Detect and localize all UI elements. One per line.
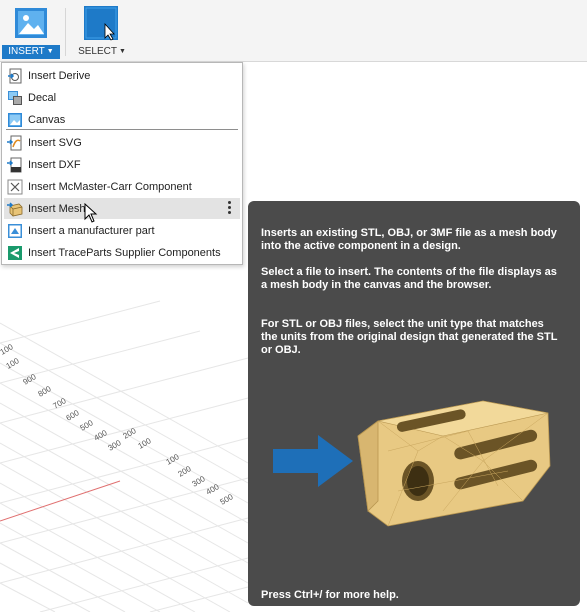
menu-item-label: Insert DXF: [28, 158, 81, 171]
ruler-label: 400: [93, 428, 110, 443]
traceparts-icon: [8, 245, 22, 260]
svg-icon: [7, 135, 22, 150]
insert-dropdown-button[interactable]: INSERT ▼: [2, 45, 60, 59]
ruler-label: 700: [52, 396, 69, 411]
mouse-cursor-icon: [84, 203, 98, 223]
menu-item-insert-mcmaster[interactable]: Insert McMaster-Carr Component: [4, 176, 240, 197]
menu-item-label: Insert a manufacturer part: [28, 224, 155, 237]
menu-item-label: Insert TraceParts Supplier Components: [28, 246, 221, 259]
menu-divider: [6, 129, 238, 130]
menu-item-label: Decal: [28, 91, 57, 104]
menu-item-insert-manufacturer-part[interactable]: Insert a manufacturer part: [4, 220, 240, 241]
ruler-label: 200: [122, 426, 139, 441]
ruler-label: 300: [191, 474, 208, 489]
toolbar: INSERT ▼ SELECT ▼: [0, 0, 587, 62]
decal-icon: [8, 90, 22, 105]
ruler-label: 600: [65, 408, 82, 423]
canvas-icon: [8, 112, 22, 127]
chevron-down-icon: ▼: [46, 48, 54, 55]
tooltip-instructions: Select a file to insert. The contents of…: [261, 266, 557, 291]
select-cursor-icon: [84, 6, 118, 41]
tooltip-unit-note: For STL or OBJ files, select the unit ty…: [261, 318, 558, 356]
menu-item-decal[interactable]: Decal: [4, 87, 240, 108]
ruler-label: 100: [5, 356, 22, 371]
menu-item-label: Canvas: [28, 113, 66, 126]
insert-tool-group[interactable]: INSERT ▼: [0, 0, 62, 62]
menu-item-insert-derive[interactable]: Insert Derive: [4, 65, 240, 86]
select-tool-group[interactable]: SELECT ▼: [70, 0, 134, 62]
menu-item-label: Insert Derive: [28, 69, 91, 82]
insert-menu: Insert Derive Decal Canvas Insert SVG In…: [1, 62, 243, 265]
image-icon: [15, 8, 47, 38]
menu-item-insert-traceparts[interactable]: Insert TraceParts Supplier Components: [4, 242, 240, 263]
chevron-down-icon: ▼: [118, 48, 126, 55]
select-label: SELECT: [78, 46, 117, 57]
mcmaster-icon: [7, 179, 23, 194]
ruler-label: 800: [37, 384, 54, 399]
insert-mesh-tooltip: Inserts an existing STL, OBJ, or 3MF fil…: [248, 201, 580, 606]
ruler-label: 500: [79, 418, 96, 433]
select-dropdown-button[interactable]: SELECT ▼: [70, 45, 134, 59]
tooltip-help-hint: Press Ctrl+/ for more help.: [261, 589, 399, 601]
mesh-illustration: [273, 400, 551, 527]
insert-label: INSERT: [8, 46, 45, 57]
menu-item-insert-dxf[interactable]: Insert DXF: [4, 154, 240, 175]
insert-derive-icon: [8, 68, 22, 83]
dxf-icon: [7, 157, 22, 172]
menu-item-label: Insert McMaster-Carr Component: [28, 180, 192, 193]
menu-item-canvas[interactable]: Canvas: [4, 109, 240, 130]
ruler-label: 200: [177, 464, 194, 479]
more-options-icon[interactable]: [228, 201, 232, 215]
menu-item-label: Insert Mesh: [28, 202, 86, 215]
menu-item-insert-svg[interactable]: Insert SVG: [4, 132, 240, 153]
ruler-label: 100: [165, 452, 182, 467]
tooltip-description: Inserts an existing STL, OBJ, or 3MF fil…: [261, 227, 557, 252]
ruler-label: 400: [205, 482, 222, 497]
menu-item-insert-mesh[interactable]: Insert Mesh: [4, 198, 240, 219]
mesh-icon: [7, 201, 23, 216]
manufacturer-part-icon: [8, 223, 22, 238]
toolbar-divider: [65, 8, 66, 56]
menu-item-label: Insert SVG: [28, 136, 82, 149]
